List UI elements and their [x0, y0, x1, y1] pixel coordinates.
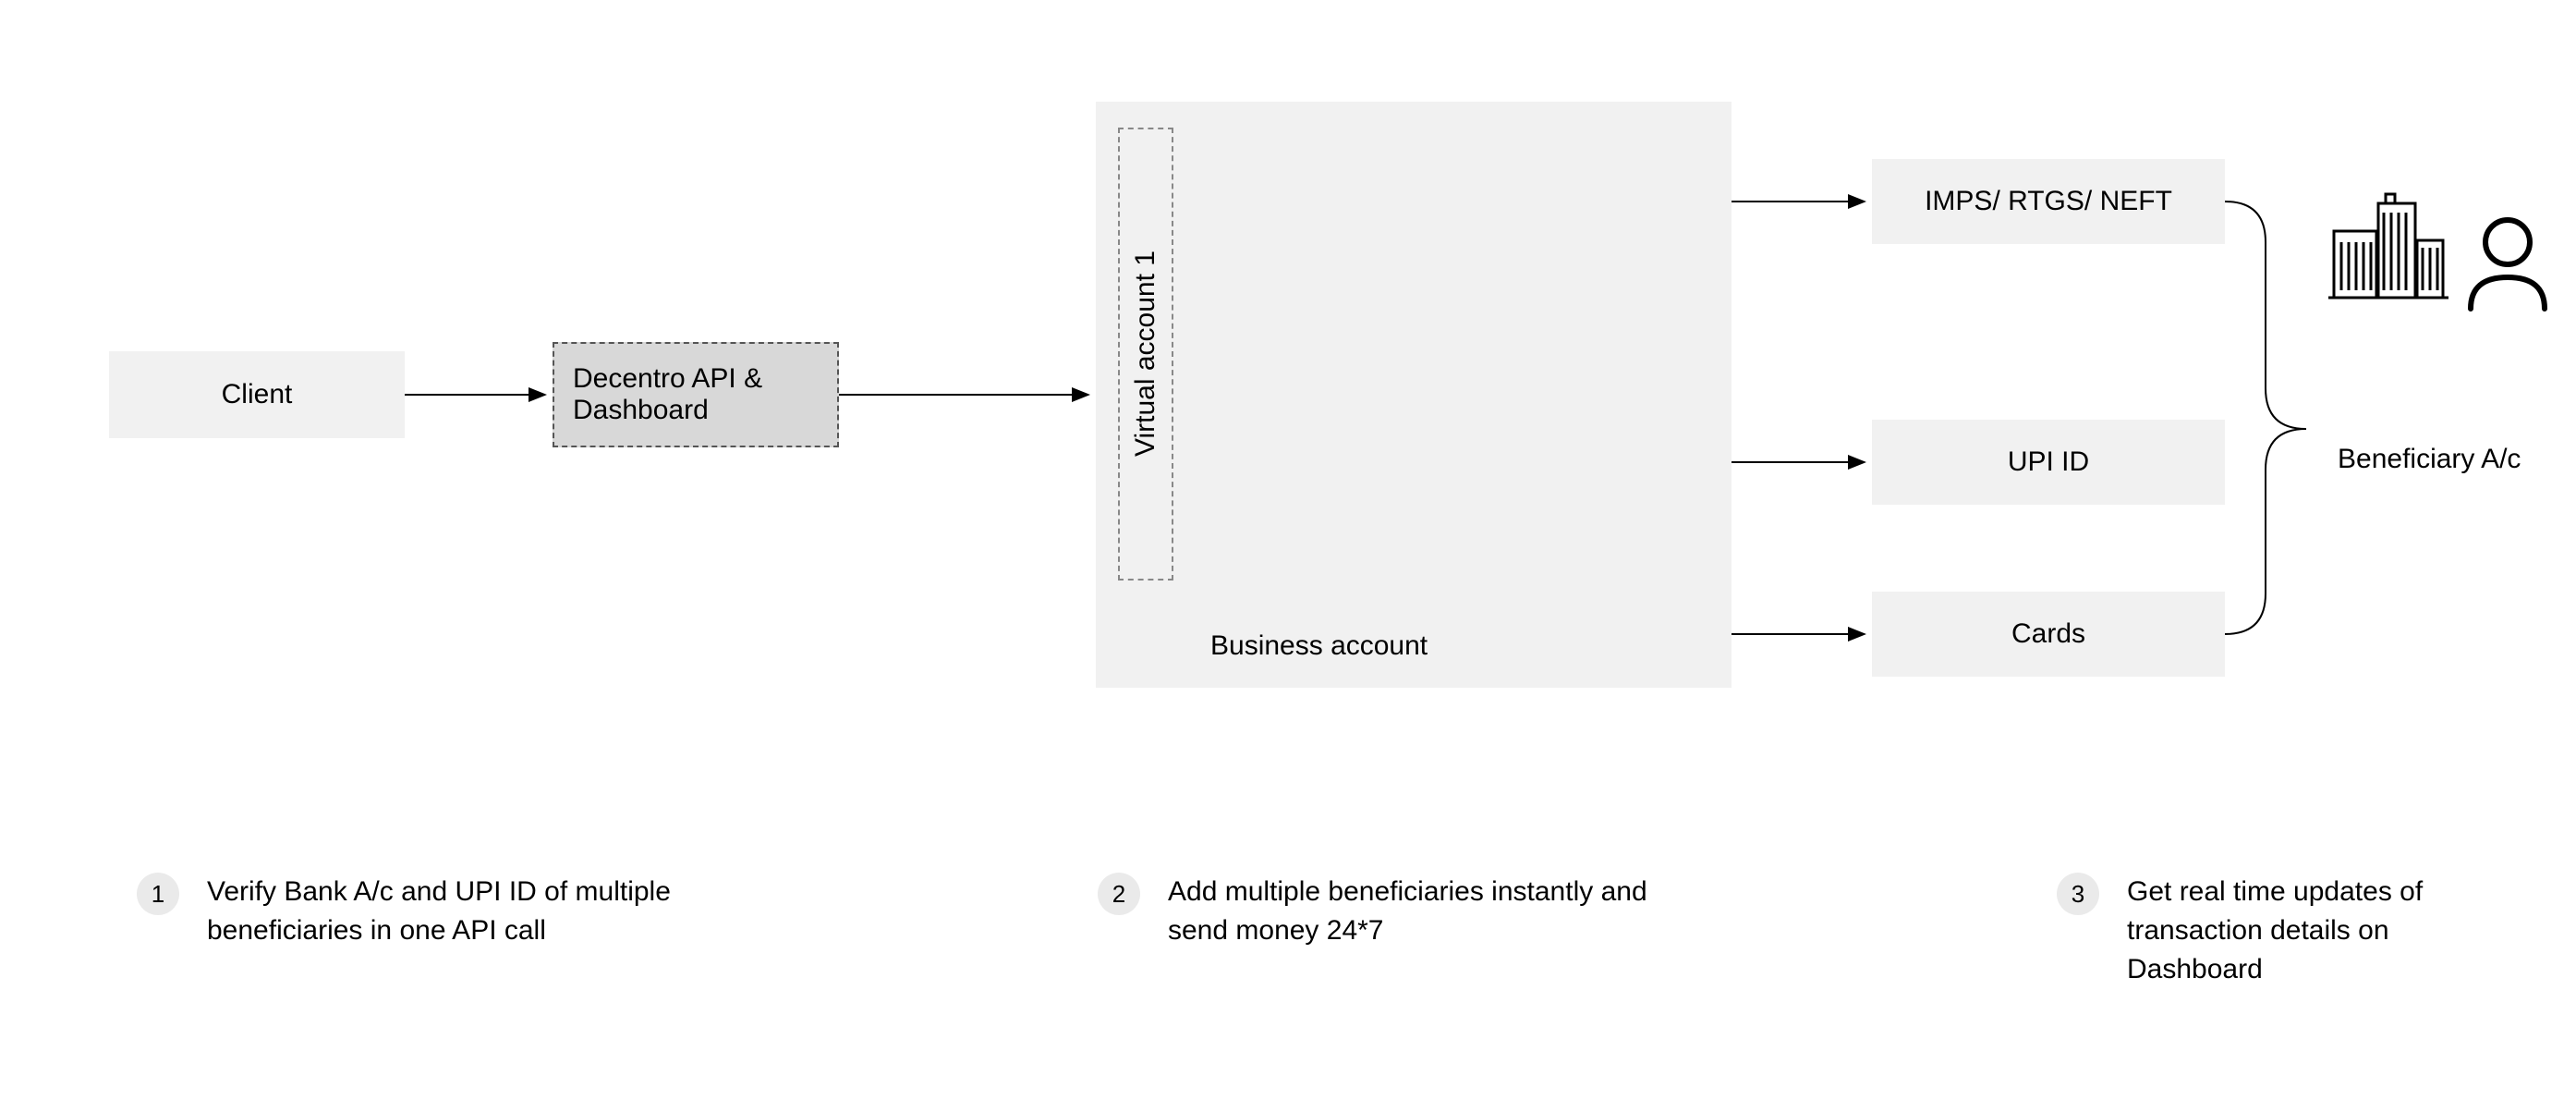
payment-cards-label: Cards [2011, 618, 2085, 650]
step-3: 3 Get real time updates of transaction d… [2057, 873, 2515, 989]
payment-upi-box: UPI ID [1872, 420, 2225, 505]
payment-upi-label: UPI ID [2008, 446, 2089, 478]
step-2-text: Add multiple beneficiaries instantly and… [1168, 873, 1648, 950]
step-2-num: 2 [1098, 873, 1140, 915]
decentro-label: Decentro API & Dashboard [573, 363, 837, 426]
step-1-text: Verify Bank A/c and UPI ID of multiple b… [207, 873, 687, 950]
payment-bank-label: IMPS/ RTGS/ NEFT [1925, 186, 2172, 217]
virtual-account-label: Virtual account 1 [1130, 251, 1161, 458]
decentro-box: Decentro API & Dashboard [553, 342, 839, 447]
client-label: Client [222, 379, 293, 410]
payment-cards-box: Cards [1872, 592, 2225, 677]
building-icon [2328, 190, 2448, 311]
step-2: 2 Add multiple beneficiaries instantly a… [1098, 873, 1648, 950]
step-1: 1 Verify Bank A/c and UPI ID of multiple… [137, 873, 687, 950]
step-3-num: 3 [2057, 873, 2099, 915]
step-3-text: Get real time updates of transaction det… [2127, 873, 2515, 989]
business-account-box [1096, 102, 1732, 688]
payment-bank-box: IMPS/ RTGS/ NEFT [1872, 159, 2225, 244]
virtual-account-label-box: Virtual account 1 [1118, 128, 1173, 581]
beneficiary-label: Beneficiary A/c [2338, 444, 2521, 475]
business-account-label: Business account [1210, 630, 1428, 662]
curly-brace [2225, 202, 2306, 634]
step-1-num: 1 [137, 873, 179, 915]
person-icon [2461, 213, 2554, 314]
client-box: Client [109, 351, 405, 438]
